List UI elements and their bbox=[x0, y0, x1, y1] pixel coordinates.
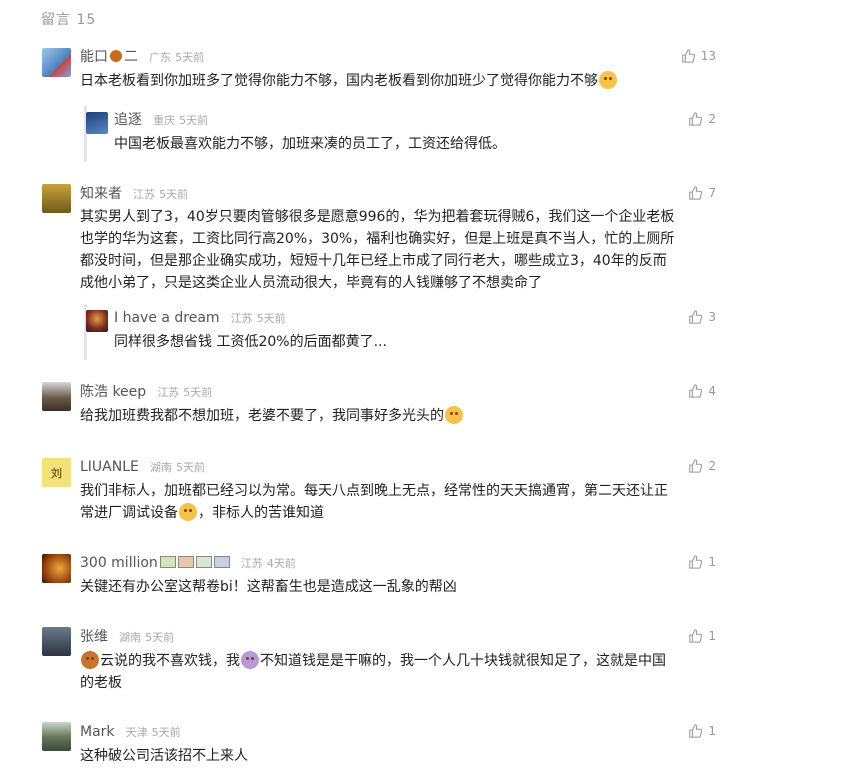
grin-emoji-icon bbox=[445, 406, 463, 424]
timestamp: 5天前 bbox=[175, 51, 205, 64]
thumbs-up-icon bbox=[689, 555, 703, 569]
nickname[interactable]: 知来者 bbox=[80, 186, 122, 202]
thumbs-up-icon bbox=[689, 724, 703, 738]
like-button[interactable]: 2 bbox=[688, 456, 716, 476]
location: 天津 bbox=[125, 726, 148, 739]
timestamp: 4天前 bbox=[266, 557, 296, 570]
comment-text: 给我加班费我都不想加班，老婆不要了，我同事好多光头的 bbox=[80, 408, 444, 424]
thumbs-up-icon bbox=[689, 384, 703, 398]
like-button[interactable]: 4 bbox=[688, 381, 716, 401]
comment-text-line: 的老板 bbox=[80, 675, 122, 691]
timestamp: 5天前 bbox=[145, 631, 175, 644]
like-count: 4 bbox=[708, 384, 716, 398]
location: 江苏 bbox=[157, 386, 180, 399]
like-count: 7 bbox=[708, 186, 716, 200]
nickname[interactable]: I have a dream bbox=[114, 310, 220, 326]
location: 湖南 bbox=[149, 461, 172, 474]
reply-text: 同样很多想省钱 工资低20%的后面都黄了... bbox=[114, 334, 387, 350]
comment-text-line: 其实男人到了3，40岁只要肉管够很多是愿意996的，华为把着套玩得贼6，我们这一… bbox=[80, 209, 675, 225]
location: 江苏 bbox=[240, 557, 263, 570]
nickname[interactable]: Mark bbox=[80, 724, 115, 740]
location: 江苏 bbox=[133, 188, 156, 201]
person-emoji-icon bbox=[241, 651, 259, 669]
reply-text: 中国老板最喜欢能力不够，加班来凑的员工了，工资还给得低。 bbox=[114, 136, 506, 152]
avatar[interactable] bbox=[42, 627, 71, 656]
comment-text: 云说的我不喜欢钱，我 不知道钱是是干嘛的，我一个人几十块钱就很知足了，这就是中国 … bbox=[80, 650, 730, 694]
thumbs-up-icon bbox=[689, 310, 703, 324]
like-count: 1 bbox=[708, 724, 716, 738]
nickname[interactable]: LIUANLE bbox=[80, 459, 139, 475]
avatar[interactable] bbox=[42, 48, 71, 77]
avatar[interactable] bbox=[86, 112, 108, 134]
nickname[interactable]: 能口 bbox=[80, 49, 108, 65]
location: 广东 bbox=[149, 51, 172, 64]
nickname-suffix: 二 bbox=[124, 49, 138, 65]
like-button[interactable]: 1 bbox=[688, 721, 716, 741]
timestamp: 5天前 bbox=[175, 461, 205, 474]
thumbs-up-icon bbox=[689, 186, 703, 200]
badge-icon bbox=[195, 556, 212, 568]
comment-text-line: 常进厂调试设备 bbox=[80, 505, 178, 521]
like-button[interactable]: 1 bbox=[688, 552, 716, 572]
nickname[interactable]: 张维 bbox=[80, 629, 108, 645]
avatar[interactable] bbox=[42, 554, 71, 583]
like-count: 2 bbox=[708, 112, 716, 126]
smirk-emoji-icon bbox=[599, 71, 617, 89]
like-count: 1 bbox=[708, 555, 716, 569]
like-count: 13 bbox=[700, 49, 716, 63]
comment-text-line: 不知道钱是是干嘛的，我一个人几十块钱就很知足了，这就是中国 bbox=[260, 653, 666, 669]
badge-icon bbox=[213, 556, 230, 568]
comment-text: 其实男人到了3，40岁只要肉管够很多是愿意996的，华为把着套玩得贼6，我们这一… bbox=[80, 206, 730, 294]
location: 重庆 bbox=[153, 114, 176, 127]
badge-icon bbox=[177, 556, 194, 568]
like-button[interactable]: 2 bbox=[688, 109, 716, 129]
avatar[interactable] bbox=[86, 310, 108, 332]
comment-text-line: 我们非标人，加班都已经习以为常。每天八点到晚上无点，经常性的天天搞通宵，第二天还… bbox=[80, 483, 668, 499]
timestamp: 5天前 bbox=[179, 114, 209, 127]
comment-text-line: 成他小弟了，只是这类企业人员流动很大，毕竟有的人钱赚够了不想卖命了 bbox=[80, 275, 542, 291]
timestamp: 5天前 bbox=[256, 312, 286, 325]
like-button[interactable]: 7 bbox=[688, 183, 716, 203]
comment-text-line: ，非标人的苦谁知道 bbox=[198, 505, 324, 521]
avatar[interactable]: 刘 bbox=[42, 458, 71, 487]
comment-text-line: 云说的我不喜欢钱，我 bbox=[100, 653, 240, 669]
thumbs-up-icon bbox=[689, 459, 703, 473]
comment-text: 我们非标人，加班都已经习以为常。每天八点到晚上无点，经常性的天天搞通宵，第二天还… bbox=[80, 480, 730, 524]
comment-text: 关键还有办公室这帮卷bi！这帮畜生也是造成这一乱象的帮凶 bbox=[80, 579, 457, 595]
timestamp: 5天前 bbox=[183, 386, 213, 399]
timestamp: 5天前 bbox=[159, 188, 189, 201]
like-button[interactable]: 1 bbox=[688, 626, 716, 646]
nickname[interactable]: 陈浩 keep bbox=[80, 384, 146, 400]
horse-emoji-icon bbox=[81, 651, 99, 669]
crying-emoji-icon bbox=[179, 503, 197, 521]
like-count: 3 bbox=[708, 310, 716, 324]
comments-count-header: 留言 15 bbox=[41, 12, 97, 28]
nickname[interactable]: 追逐 bbox=[114, 112, 142, 128]
thumbs-up-icon bbox=[681, 49, 695, 63]
comment-text: 这种破公司活该招不上来人 bbox=[80, 748, 248, 764]
like-count: 1 bbox=[708, 629, 716, 643]
badge-icon bbox=[159, 556, 176, 568]
location: 江苏 bbox=[230, 312, 253, 325]
timestamp: 5天前 bbox=[151, 726, 181, 739]
comment-text-line: 都没时间，但是那企业确实成功，短短十几年已经上市成了同行老大，哪些成立3，40年… bbox=[80, 253, 667, 269]
paw-icon bbox=[110, 50, 122, 62]
comment-text: 日本老板看到你加班多了觉得你能力不够，国内老板看到你加班少了觉得你能力不够 bbox=[80, 73, 598, 89]
like-button[interactable]: 3 bbox=[688, 307, 716, 327]
location: 湖南 bbox=[119, 631, 142, 644]
like-count: 2 bbox=[708, 459, 716, 473]
avatar[interactable] bbox=[42, 722, 71, 751]
like-button[interactable]: 13 bbox=[681, 46, 716, 66]
nickname[interactable]: 300 million bbox=[80, 555, 158, 571]
thumbs-up-icon bbox=[689, 629, 703, 643]
thumbs-up-icon bbox=[689, 112, 703, 126]
avatar[interactable] bbox=[42, 184, 71, 213]
comment-text-line: 也学的华为这套，工资比同行高20%，30%，福利也确实好，但是上班是真不当人，忙… bbox=[80, 231, 675, 247]
avatar[interactable] bbox=[42, 382, 71, 411]
